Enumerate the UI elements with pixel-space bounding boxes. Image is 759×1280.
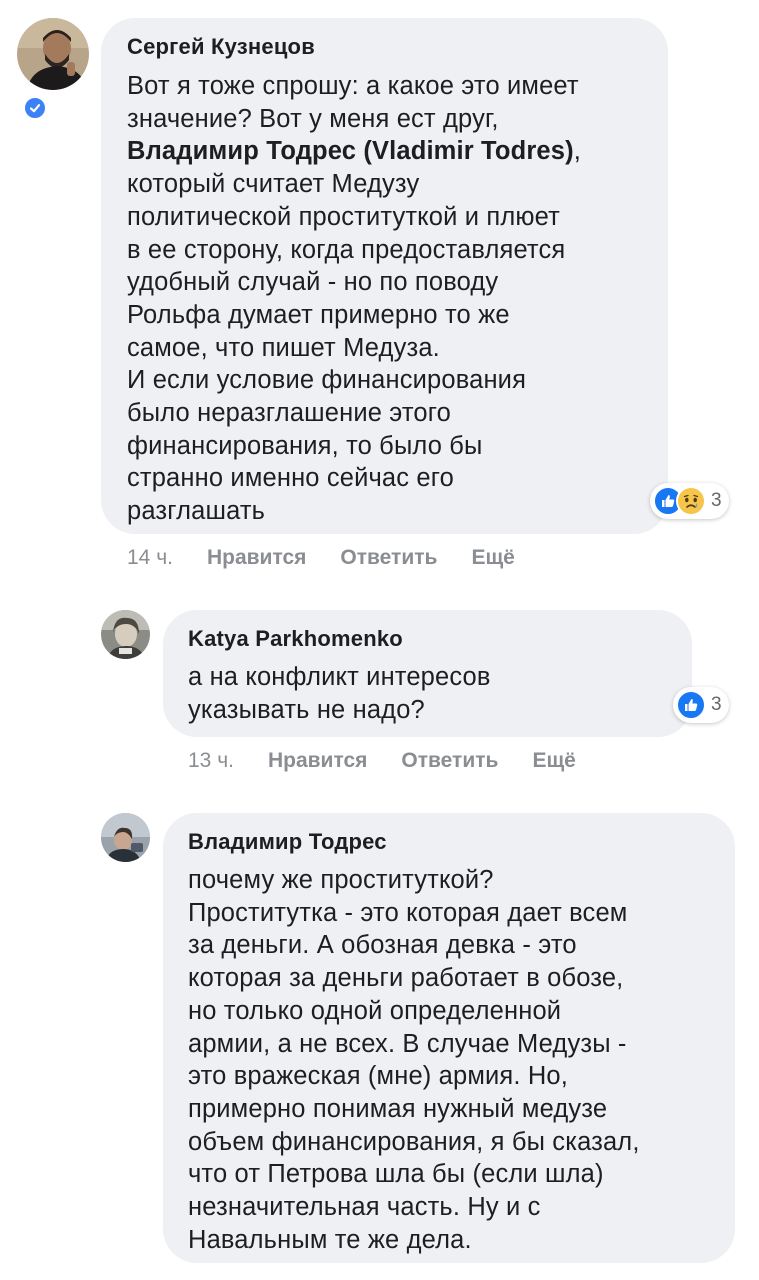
reaction-summary[interactable]: 3 [673, 687, 729, 723]
comment-text: а на конфликт интересов указывать не над… [188, 663, 491, 724]
reaction-count: 3 [711, 694, 722, 715]
comment-text-part: Вот я тоже спрошу: а какое это имеет зна… [127, 72, 579, 133]
comment-timestamp[interactable]: 13 ч. [188, 749, 234, 773]
reaction-count: 3 [711, 490, 722, 511]
comment-bubble: Katya Parkhomenko а на конфликт интересо… [163, 610, 692, 737]
comment-author[interactable]: Владимир Тодрес [188, 829, 387, 855]
like-button[interactable]: Нравится [268, 749, 367, 773]
like-icon [676, 690, 706, 720]
reaction-summary[interactable]: 3 [650, 483, 729, 519]
sad-icon [676, 486, 706, 516]
mention-link[interactable]: Владимир Тодрес (Vladimir Todres) [127, 137, 574, 165]
avatar-katya[interactable] [101, 610, 150, 659]
comment-text: Вот я тоже спрошу: а какое это имеет зна… [127, 70, 662, 528]
comment-bubble: Владимир Тодрес почему же проституткой? … [163, 813, 735, 1263]
comment-text: почему же проституткой? Проститутка - эт… [188, 866, 640, 1254]
avatar-vladimir[interactable] [101, 813, 150, 862]
comment-timestamp[interactable]: 14 ч. [127, 546, 173, 570]
comment-actions: 13 ч. Нравится Ответить Ещё [188, 749, 576, 773]
like-button[interactable]: Нравится [207, 546, 306, 570]
comment-text-part: , который считает Медузу политической пр… [127, 137, 581, 526]
more-button[interactable]: Ещё [471, 546, 514, 570]
more-button[interactable]: Ещё [532, 749, 575, 773]
reply-button[interactable]: Ответить [340, 546, 437, 570]
avatar-sergey[interactable] [17, 18, 89, 90]
comment-actions: 14 ч. Нравится Ответить Ещё [127, 546, 515, 570]
comment-author[interactable]: Сергей Кузнецов [127, 34, 315, 60]
comment-author[interactable]: Katya Parkhomenko [188, 626, 403, 652]
reply-button[interactable]: Ответить [401, 749, 498, 773]
verified-badge-icon [23, 96, 47, 120]
comment-bubble: Сергей Кузнецов Вот я тоже спрошу: а как… [101, 18, 668, 534]
